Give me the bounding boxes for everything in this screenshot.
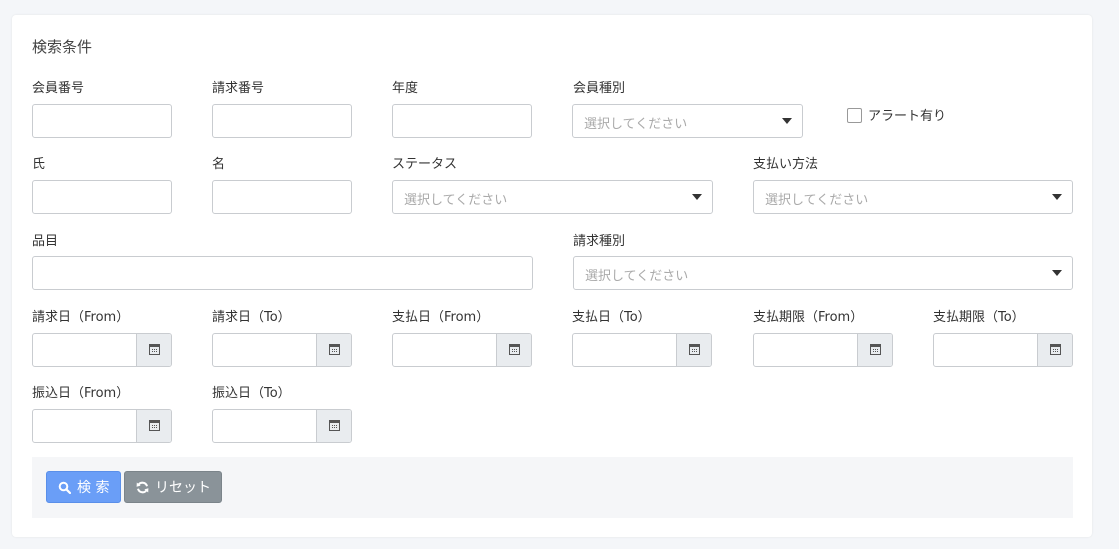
invoice-type-placeholder: 選択してください	[585, 269, 689, 284]
reset-button[interactable]: リセット	[124, 471, 222, 503]
calendar-icon	[149, 344, 160, 355]
transfer-date-from-input[interactable]	[32, 409, 172, 443]
calendar-icon	[1050, 344, 1061, 355]
invoice-date-from-label: 請求日（From）	[32, 310, 130, 325]
calendar-button[interactable]	[136, 334, 171, 366]
invoice-date-to-input[interactable]	[212, 333, 352, 367]
status-placeholder: 選択してください	[404, 193, 508, 208]
calendar-icon	[689, 344, 700, 355]
calendar-button[interactable]	[857, 334, 892, 366]
last-name-input[interactable]	[32, 180, 172, 214]
pay-date-to-input[interactable]	[572, 333, 712, 367]
chevron-down-icon	[1052, 194, 1062, 200]
invoice-type-label: 請求種別	[573, 234, 626, 249]
search-icon	[58, 481, 71, 494]
calendar-button[interactable]	[136, 410, 171, 442]
year-input[interactable]	[392, 104, 532, 138]
calendar-button[interactable]	[676, 334, 711, 366]
form-footer: 検 索 リセット	[32, 457, 1073, 518]
payment-method-select[interactable]: 選択してください	[753, 180, 1073, 214]
pay-due-to-input[interactable]	[933, 333, 1073, 367]
calendar-icon	[870, 344, 881, 355]
invoice-no-input[interactable]	[212, 104, 352, 138]
alert-label: アラート有り	[868, 109, 947, 124]
member-no-label: 会員番号	[32, 81, 85, 96]
member-no-input[interactable]	[32, 104, 172, 138]
invoice-type-select[interactable]: 選択してください	[573, 256, 1073, 290]
search-button[interactable]: 検 索	[46, 471, 121, 503]
invoice-no-label: 請求番号	[212, 81, 265, 96]
item-input[interactable]	[32, 256, 533, 290]
invoice-date-from-input[interactable]	[32, 333, 172, 367]
calendar-button[interactable]	[316, 334, 351, 366]
pay-due-from-input[interactable]	[753, 333, 893, 367]
calendar-button[interactable]	[1037, 334, 1072, 366]
refresh-icon	[136, 481, 149, 493]
transfer-date-to-label: 振込日（To）	[212, 386, 291, 401]
payment-method-placeholder: 選択してください	[765, 193, 869, 208]
pay-date-from-label: 支払日（From）	[392, 310, 490, 325]
pay-due-to-label: 支払期限（To）	[933, 310, 1025, 325]
search-conditions-card: 検索条件 会員番号 請求番号 年度 会員種別 選択してください アラート有り 氏…	[12, 15, 1092, 537]
member-type-label: 会員種別	[573, 81, 626, 96]
first-name-input[interactable]	[212, 180, 352, 214]
payment-method-label: 支払い方法	[753, 157, 819, 172]
status-select[interactable]: 選択してください	[392, 180, 713, 214]
invoice-date-to-label: 請求日（To）	[212, 310, 291, 325]
chevron-down-icon	[782, 118, 792, 124]
chevron-down-icon	[692, 194, 702, 200]
calendar-button[interactable]	[496, 334, 531, 366]
member-type-select[interactable]: 選択してください	[572, 104, 803, 138]
last-name-label: 氏	[32, 157, 46, 172]
calendar-button[interactable]	[316, 410, 351, 442]
transfer-date-from-label: 振込日（From）	[32, 386, 130, 401]
calendar-icon	[509, 344, 520, 355]
alert-checkbox[interactable]	[847, 108, 862, 123]
pay-date-to-label: 支払日（To）	[572, 310, 651, 325]
status-label: ステータス	[392, 157, 458, 172]
year-label: 年度	[392, 81, 419, 96]
calendar-icon	[329, 344, 340, 355]
card-title: 検索条件	[32, 38, 93, 56]
item-label: 品目	[32, 234, 59, 249]
pay-date-from-input[interactable]	[392, 333, 532, 367]
first-name-label: 名	[212, 157, 226, 172]
member-type-placeholder: 選択してください	[584, 117, 688, 132]
reset-button-label: リセット	[155, 480, 211, 496]
calendar-icon	[329, 420, 340, 431]
pay-due-from-label: 支払期限（From）	[753, 310, 864, 325]
calendar-icon	[149, 420, 160, 431]
search-button-label: 検 索	[77, 480, 110, 496]
transfer-date-to-input[interactable]	[212, 409, 352, 443]
chevron-down-icon	[1052, 270, 1062, 276]
